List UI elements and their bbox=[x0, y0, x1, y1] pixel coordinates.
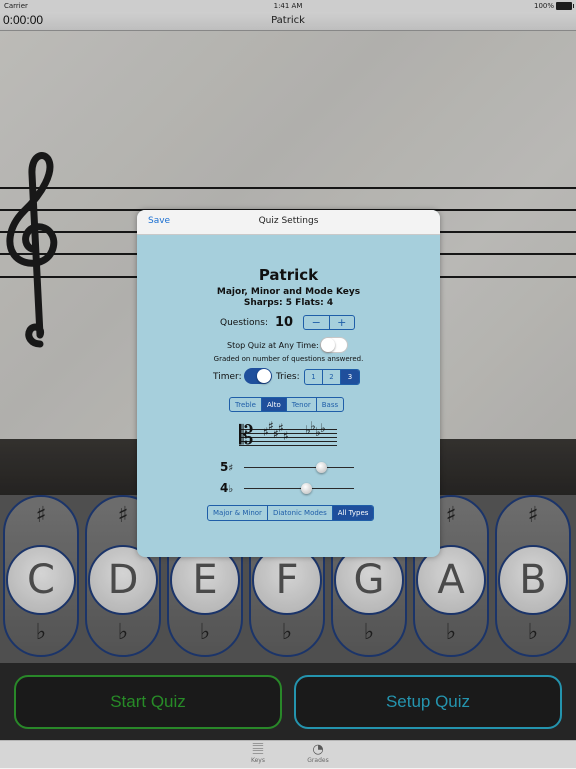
key-signature-preview: 𝄡 ♯ ♯ ♯ ♯ ♯ ♭ ♭ ♭ ♭ bbox=[239, 420, 337, 452]
clef-option-treble[interactable]: Treble bbox=[230, 398, 262, 411]
toggle-knob bbox=[321, 338, 335, 352]
quiz-name: Patrick bbox=[258, 266, 319, 284]
increment-button[interactable]: + bbox=[330, 316, 355, 329]
key-type-segmented-control: Major & Minor Diatonic Modes All Types bbox=[207, 505, 375, 521]
toggle-knob bbox=[257, 369, 271, 383]
flat-icon: ♭ bbox=[320, 421, 326, 435]
timer-toggle[interactable] bbox=[244, 368, 272, 384]
staff-line bbox=[239, 445, 337, 446]
tries-segmented-control: 1 2 3 bbox=[304, 369, 360, 385]
sharps-slider-thumb[interactable] bbox=[315, 462, 327, 473]
tries-option-1[interactable]: 1 bbox=[305, 370, 323, 384]
questions-value: 10 bbox=[275, 315, 294, 330]
clef-option-alto[interactable]: Alto bbox=[261, 398, 287, 411]
sharp-icon: ♯ bbox=[283, 429, 289, 443]
quiz-settings-modal: Save Quiz Settings Patrick Major, Minor … bbox=[137, 210, 440, 557]
tries-option-3[interactable]: 3 bbox=[341, 370, 359, 384]
sharps-slider-track[interactable] bbox=[244, 467, 354, 468]
questions-label: Questions: bbox=[220, 318, 268, 328]
decrement-button[interactable]: − bbox=[304, 316, 330, 329]
modal-header: Save Quiz Settings bbox=[137, 210, 440, 235]
clef-option-bass[interactable]: Bass bbox=[317, 398, 343, 411]
questions-stepper: − + bbox=[303, 315, 355, 330]
tries-label: Tries: bbox=[276, 372, 300, 382]
type-option-all-types[interactable]: All Types bbox=[332, 506, 374, 520]
clef-option-tenor[interactable]: Tenor bbox=[287, 398, 317, 411]
quiz-type: Major, Minor and Mode Keys bbox=[216, 287, 361, 297]
flats-slider-thumb[interactable] bbox=[301, 483, 313, 494]
stop-quiz-toggle[interactable] bbox=[320, 337, 348, 353]
clef-segmented-control: Treble Alto Tenor Bass bbox=[229, 397, 345, 412]
type-option-diatonic-modes[interactable]: Diatonic Modes bbox=[268, 506, 333, 520]
quiz-signature: Sharps: 5 Flats: 4 bbox=[243, 298, 334, 308]
alto-clef-icon: 𝄡 bbox=[239, 421, 254, 451]
sharp-icon: ♯ bbox=[228, 463, 234, 474]
stop-quiz-label: Stop Quiz at Any Time: bbox=[227, 341, 319, 350]
flats-count-label: 4♭ bbox=[220, 481, 233, 495]
flat-icon: ♭ bbox=[228, 484, 234, 495]
timer-label: Timer: bbox=[213, 372, 242, 382]
type-option-major-minor[interactable]: Major & Minor bbox=[208, 506, 268, 520]
flats-slider-track[interactable] bbox=[244, 488, 354, 489]
graded-note: Graded on number of questions answered. bbox=[213, 355, 364, 363]
tries-option-2[interactable]: 2 bbox=[323, 370, 341, 384]
modal-title: Quiz Settings bbox=[258, 216, 319, 226]
sharps-count-label: 5♯ bbox=[220, 460, 233, 474]
